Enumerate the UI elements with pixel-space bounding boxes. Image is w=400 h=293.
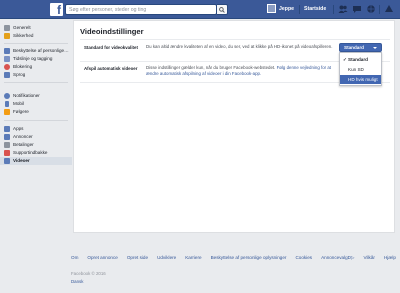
- profile-name-link[interactable]: Jeppe: [279, 4, 294, 14]
- apps-icon: [4, 126, 10, 132]
- sidebar-item-label: Sprog: [13, 72, 26, 77]
- sidebar-item-label: Beskyttelse af personlige…: [13, 48, 69, 53]
- rss-icon: [4, 109, 10, 115]
- sidebar-item-support-inbox[interactable]: Supportindbakke: [0, 149, 72, 157]
- setting-label-video-quality: Standard for videokvalitet: [84, 45, 138, 50]
- payment-icon: [4, 142, 10, 148]
- footer-link-developers[interactable]: Udviklere: [157, 255, 176, 261]
- sidebar-item-label: Følgere: [13, 109, 29, 114]
- topbar-divider: [379, 5, 380, 14]
- language-icon: [4, 72, 10, 78]
- footer-link-ad-choices[interactable]: AnnoncevalgD▷: [321, 255, 354, 261]
- sidebar-item-label: Mobil: [13, 101, 24, 106]
- setting-label-autoplay[interactable]: Afspil automatisk videoer: [84, 66, 137, 71]
- topbar-divider: [299, 5, 300, 14]
- sidebar-item-mobile[interactable]: Mobil: [0, 100, 72, 108]
- sidebar-item-label: Blokering: [13, 64, 33, 69]
- dropdown-selected-value: Standard: [344, 45, 364, 50]
- language-link[interactable]: Dansk: [71, 279, 83, 284]
- shield-icon: [4, 33, 10, 39]
- sidebar-item-timeline-tagging[interactable]: Tidslinje og tagging: [0, 55, 72, 63]
- block-icon: [4, 64, 10, 70]
- footer-link-cookies[interactable]: Cookies: [295, 255, 312, 261]
- ads-icon: [4, 134, 10, 140]
- setting-description-autoplay: Disse indstillinger gælder kun, når du b…: [146, 65, 336, 77]
- copyright-text: Facebook © 2016: [71, 271, 106, 276]
- title-divider: [80, 39, 390, 40]
- sidebar-item-label: Sikkerhed: [13, 33, 34, 38]
- setting-description-video-quality: Du kan altid ændre kvaliteten af en vide…: [146, 44, 333, 49]
- footer-link-about[interactable]: Om: [71, 255, 78, 261]
- sidebar-item-label: Supportindbakke: [13, 150, 48, 155]
- option-label: Standard: [348, 57, 368, 62]
- autoplay-description-text: Disse indstillinger gælder kun, når du b…: [146, 65, 277, 70]
- messages-icon[interactable]: [352, 4, 362, 14]
- video-icon: [4, 158, 10, 164]
- globe-icon: [4, 93, 10, 99]
- sidebar-item-general[interactable]: Generelt: [0, 24, 72, 32]
- footer-links: Om Opret annonce Opret side Udviklere Ka…: [71, 255, 396, 261]
- friend-requests-icon[interactable]: [338, 4, 348, 14]
- sidebar-item-payments[interactable]: Betalinger: [0, 141, 72, 149]
- sidebar-item-apps[interactable]: Apps: [0, 125, 72, 133]
- sidebar-item-followers[interactable]: Følgere: [0, 108, 72, 116]
- sidebar-divider: [4, 82, 68, 83]
- mobile-icon: [5, 101, 9, 107]
- sidebar-divider: [4, 43, 68, 44]
- search-button[interactable]: [217, 4, 228, 15]
- footer-link-careers[interactable]: Karriere: [185, 255, 201, 261]
- sidebar-item-blocking[interactable]: Blokering: [0, 63, 72, 71]
- notifications-globe-icon[interactable]: [366, 4, 376, 14]
- sidebar-item-language[interactable]: Sprog: [0, 71, 72, 79]
- topbar-divider: [333, 5, 334, 14]
- sidebar-item-label: Betalinger: [13, 142, 34, 147]
- sidebar-item-videos[interactable]: Videoer: [0, 157, 72, 165]
- page-title: Videoindstillinger: [80, 27, 144, 36]
- video-quality-menu: ✓ Standard Kun SD HD hvis muligt: [339, 52, 382, 86]
- sidebar-item-label: Videoer: [13, 158, 30, 163]
- search-icon: [219, 7, 225, 13]
- footer-link-privacy[interactable]: Beskyttelse af personlige oplysninger: [211, 255, 287, 261]
- search-placeholder: Søg efter personer, steder og ting: [69, 7, 147, 13]
- option-label: Kun SD: [348, 67, 364, 72]
- top-navigation-bar: f Søg efter personer, steder og ting Jep…: [0, 0, 400, 19]
- sidebar-divider: [4, 120, 68, 121]
- sidebar-item-label: Tidslinje og tagging: [13, 56, 53, 61]
- timeline-icon: [4, 56, 10, 62]
- gear-icon: [4, 25, 10, 31]
- lock-icon: [4, 48, 10, 54]
- settings-sidebar: Generelt Sikkerhed Beskyttelse af person…: [0, 20, 72, 176]
- option-sd-only[interactable]: Kun SD: [340, 65, 381, 74]
- checkmark-icon: ✓: [343, 57, 347, 62]
- footer-link-help[interactable]: Hjælp: [384, 255, 396, 261]
- option-standard[interactable]: ✓ Standard: [340, 55, 381, 64]
- facebook-logo-icon[interactable]: f: [50, 3, 63, 16]
- sidebar-item-privacy[interactable]: Beskyttelse af personlige…: [0, 47, 72, 55]
- footer-link-create-ad[interactable]: Opret annonce: [87, 255, 117, 261]
- option-hd-if-available[interactable]: HD hvis muligt: [340, 75, 381, 84]
- sidebar-item-label: Annoncer: [13, 134, 33, 139]
- option-label: HD hvis muligt: [348, 77, 378, 82]
- sidebar-item-notifications[interactable]: Notifikationer: [0, 92, 72, 100]
- video-settings-panel: Videoindstillinger Standard for videokva…: [73, 20, 395, 233]
- sidebar-item-label: Notifikationer: [13, 93, 40, 98]
- video-quality-dropdown[interactable]: Standard: [339, 43, 382, 52]
- sidebar-item-label: Generelt: [13, 25, 31, 30]
- search-input[interactable]: Søg efter personer, steder og ting: [65, 4, 217, 15]
- footer-link-create-page[interactable]: Opret side: [127, 255, 148, 261]
- home-link[interactable]: Startside: [304, 4, 326, 14]
- quick-help-icon[interactable]: [384, 4, 394, 14]
- chevron-down-icon: [373, 47, 377, 49]
- sidebar-item-label: Apps: [13, 126, 24, 131]
- sidebar-item-security[interactable]: Sikkerhed: [0, 32, 72, 40]
- sidebar-item-ads[interactable]: Annoncer: [0, 133, 72, 141]
- support-icon: [4, 150, 10, 156]
- footer-link-terms[interactable]: Vilkår: [364, 255, 375, 261]
- avatar[interactable]: [267, 4, 276, 13]
